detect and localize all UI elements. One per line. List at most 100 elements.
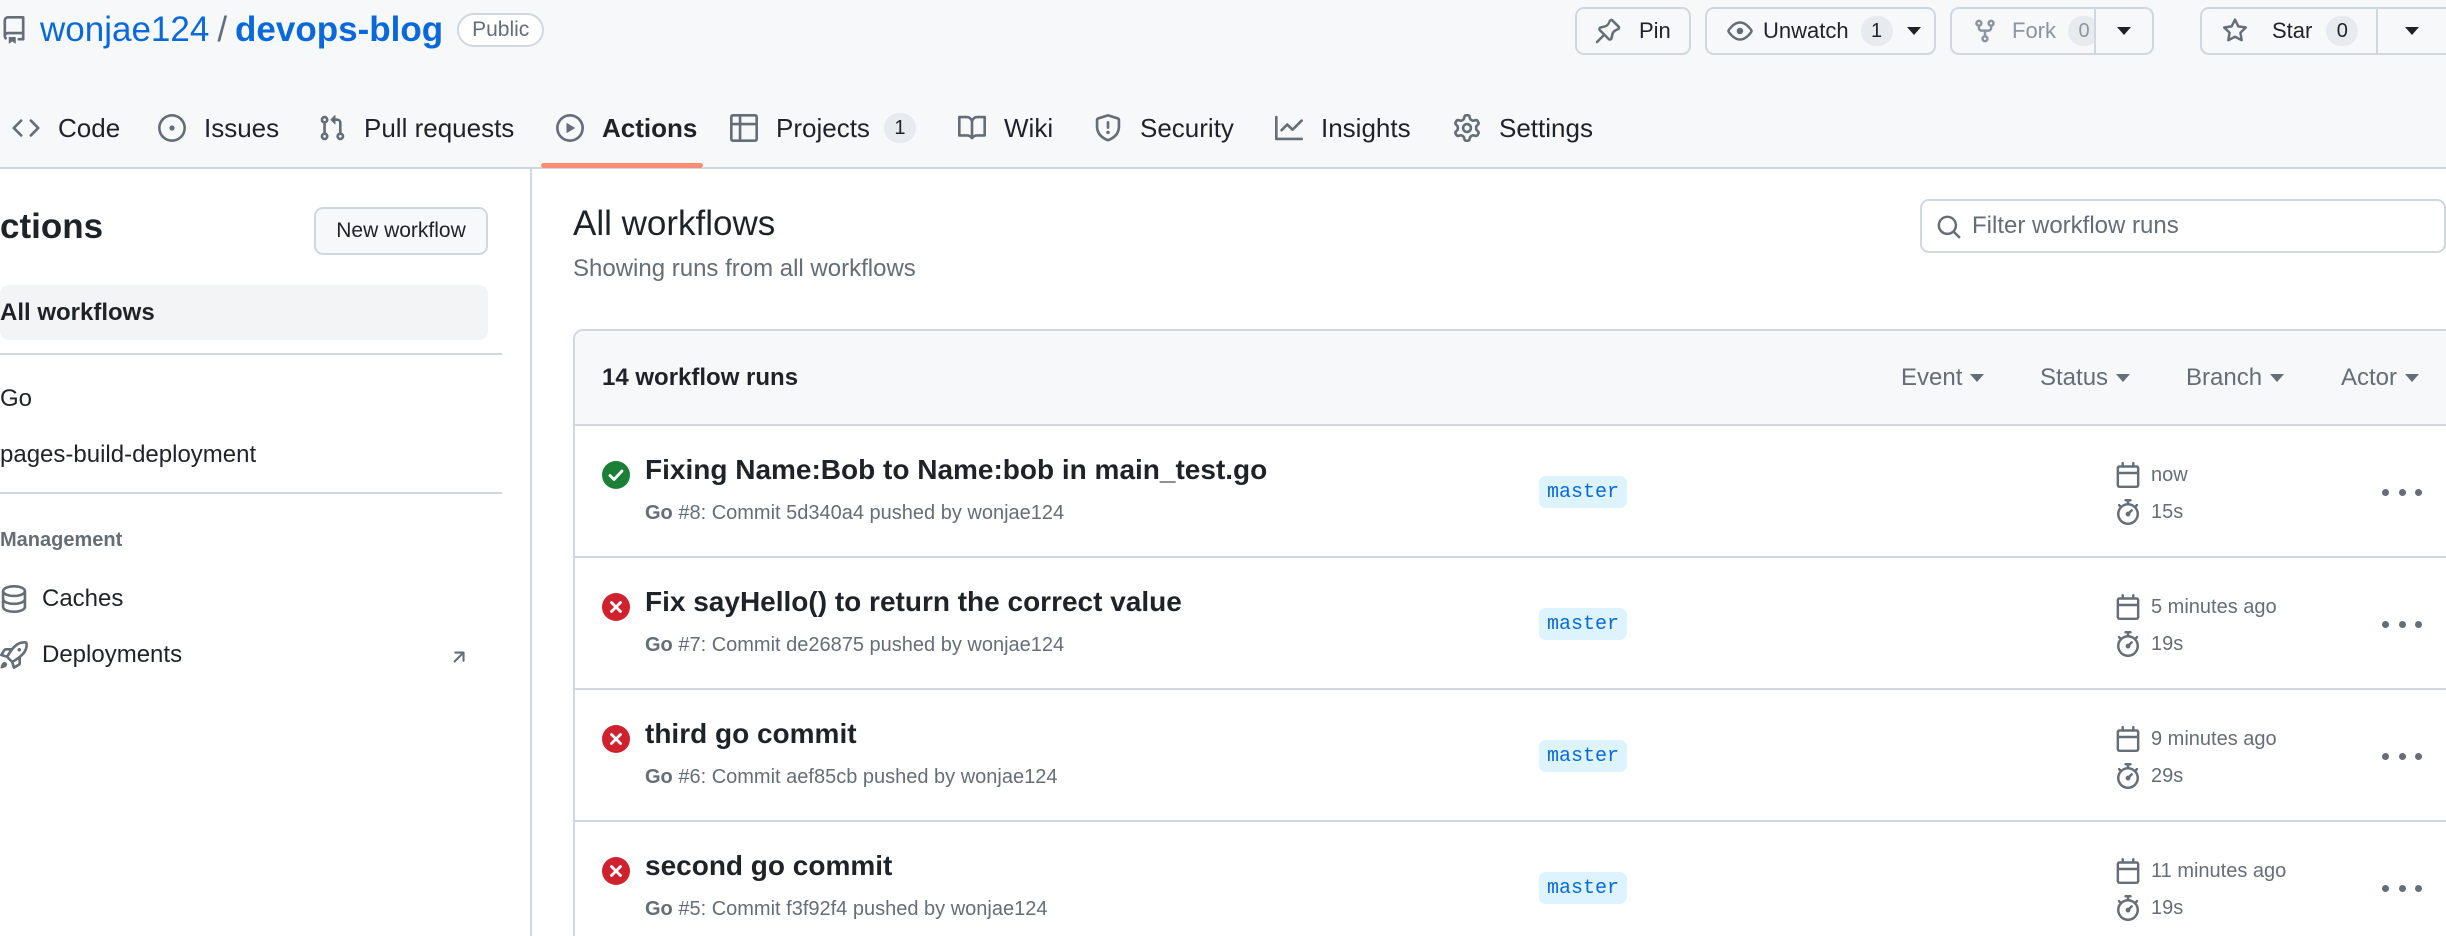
fork-dropdown-button[interactable] (2094, 7, 2154, 55)
tab-label: Settings (1499, 112, 1593, 143)
tab-code[interactable]: Code (12, 100, 120, 156)
sidebar-item-caches[interactable]: Caches (0, 585, 123, 613)
run-time-text: now (2151, 463, 2188, 486)
tab-settings[interactable]: Settings (1453, 100, 1593, 156)
runs-count: 14 workflow runs (602, 364, 799, 391)
repo-name-link[interactable]: devops-blog (235, 10, 443, 50)
run-duration: 19s (2115, 631, 2183, 657)
workflow-run-row[interactable]: Fixing Name:Bob to Name:bob in main_test… (575, 426, 2446, 558)
repo-title: wonjae124 / devops-blog Public (0, 8, 545, 52)
chevron-down-icon (1970, 374, 1985, 382)
filter-workflow-runs-input[interactable] (1972, 212, 2412, 240)
workflow-run-row[interactable]: second go commit Go #5: Commit f3f92f4 p… (575, 822, 2446, 936)
tab-pull-requests[interactable]: Pull requests (318, 100, 514, 156)
tab-label: Issues (204, 112, 280, 143)
star-label: Star (2272, 18, 2313, 43)
tab-label: Code (58, 112, 121, 143)
kebab-menu-icon[interactable] (2382, 741, 2422, 771)
success-check-icon (602, 461, 630, 489)
branch-badge[interactable]: master (1539, 608, 1628, 640)
workflow-run-row[interactable]: third go commit Go #6: Commit aef85cb pu… (575, 690, 2446, 822)
sidebar-item-go[interactable]: Go (0, 385, 32, 413)
tab-security[interactable]: Security (1094, 100, 1234, 156)
filter-label: Status (2040, 364, 2109, 391)
calendar-icon (2115, 858, 2141, 884)
tab-issues[interactable]: Issues (158, 100, 279, 156)
run-title-link[interactable]: second go commit (645, 850, 892, 882)
repo-owner-link[interactable]: wonjae124 (40, 10, 209, 50)
chevron-down-icon (2405, 27, 2419, 35)
kebab-menu-icon[interactable] (2382, 873, 2422, 903)
book-icon (958, 114, 986, 142)
workflow-runs-list: 14 workflow runs Event Status Branch Act… (573, 329, 2446, 936)
status-filter-dropdown[interactable]: Status (2040, 364, 2131, 392)
run-commit-info: #8: Commit 5d340a4 pushed by wonjae124 (672, 502, 1065, 524)
play-icon (556, 114, 584, 142)
issue-icon (158, 114, 186, 142)
run-title-link[interactable]: Fixing Name:Bob to Name:bob in main_test… (645, 454, 1267, 486)
sidebar-item-deployments[interactable]: Deployments (0, 641, 182, 669)
branch-filter-dropdown[interactable]: Branch (2186, 364, 2285, 392)
failure-x-icon (602, 857, 630, 885)
tab-actions[interactable]: Actions (556, 100, 697, 156)
branch-badge[interactable]: master (1539, 872, 1628, 904)
actor-filter-dropdown[interactable]: Actor (2341, 364, 2420, 392)
event-filter-dropdown[interactable]: Event (1901, 364, 1985, 392)
run-duration-text: 19s (2151, 632, 2184, 655)
calendar-icon (2115, 462, 2141, 488)
workflow-name: Go (645, 898, 673, 920)
star-icon (2222, 18, 2248, 44)
run-timestamp: 9 minutes ago (2115, 726, 2277, 752)
sidebar-item-label: Deployments (42, 641, 183, 668)
chevron-down-icon (2117, 27, 2131, 35)
fork-label: Fork (2012, 18, 2056, 43)
run-duration-text: 29s (2151, 764, 2184, 787)
stopwatch-icon (2115, 499, 2141, 525)
gear-icon (1453, 114, 1481, 142)
tab-insights[interactable]: Insights (1275, 100, 1411, 156)
tab-label: Insights (1321, 112, 1411, 143)
page-title: All workflows (573, 204, 776, 243)
run-meta: Go #7: Commit de26875 pushed by wonjae12… (645, 634, 1064, 657)
branch-badge[interactable]: master (1539, 476, 1628, 508)
pin-button[interactable]: Pin (1575, 7, 1691, 55)
tab-label: Wiki (1004, 112, 1054, 143)
chevron-down-icon (1906, 27, 1921, 35)
kebab-menu-icon[interactable] (2382, 609, 2422, 639)
external-link-icon (448, 646, 470, 668)
run-duration: 29s (2115, 763, 2183, 789)
filter-label: Branch (2186, 364, 2263, 391)
tab-projects[interactable]: Projects 1 (730, 100, 916, 156)
kebab-menu-icon[interactable] (2382, 477, 2422, 507)
repo-header: wonjae124 / devops-blog Public Pin Unwat… (0, 0, 2446, 169)
filter-workflow-runs-field[interactable] (1920, 199, 2446, 253)
fork-button[interactable]: Fork 0 (1950, 7, 2100, 55)
new-workflow-button[interactable]: New workflow (314, 207, 488, 255)
sidebar-item-pages-build-deployment[interactable]: pages-build-deployment (0, 441, 256, 469)
star-dropdown-button[interactable] (2376, 7, 2446, 55)
unwatch-label: Unwatch (1763, 18, 1849, 43)
sidebar-item-all-workflows[interactable]: All workflows (0, 285, 488, 340)
star-button[interactable]: Star 0 (2200, 7, 2376, 55)
unwatch-button[interactable]: Unwatch 1 (1705, 7, 1936, 55)
run-meta: Go #6: Commit aef85cb pushed by wonjae12… (645, 766, 1057, 789)
pin-icon (1595, 18, 1621, 44)
run-title-link[interactable]: third go commit (645, 718, 857, 750)
star-count: 0 (2326, 16, 2359, 46)
branch-badge[interactable]: master (1539, 740, 1628, 772)
failure-x-icon (602, 593, 630, 621)
run-duration: 15s (2115, 499, 2183, 525)
stopwatch-icon (2115, 631, 2141, 657)
run-time-text: 5 minutes ago (2151, 595, 2277, 618)
run-title-link[interactable]: Fix sayHello() to return the correct val… (645, 586, 1182, 618)
projects-count: 1 (883, 113, 916, 143)
rocket-icon (0, 641, 28, 669)
workflow-run-row[interactable]: Fix sayHello() to return the correct val… (575, 558, 2446, 690)
code-icon (12, 114, 40, 142)
run-duration-text: 19s (2151, 896, 2184, 919)
filter-label: Actor (2341, 364, 2398, 391)
repo-icon (0, 16, 28, 44)
tab-wiki[interactable]: Wiki (958, 100, 1053, 156)
filter-label: Event (1901, 364, 1963, 391)
calendar-icon (2115, 726, 2141, 752)
